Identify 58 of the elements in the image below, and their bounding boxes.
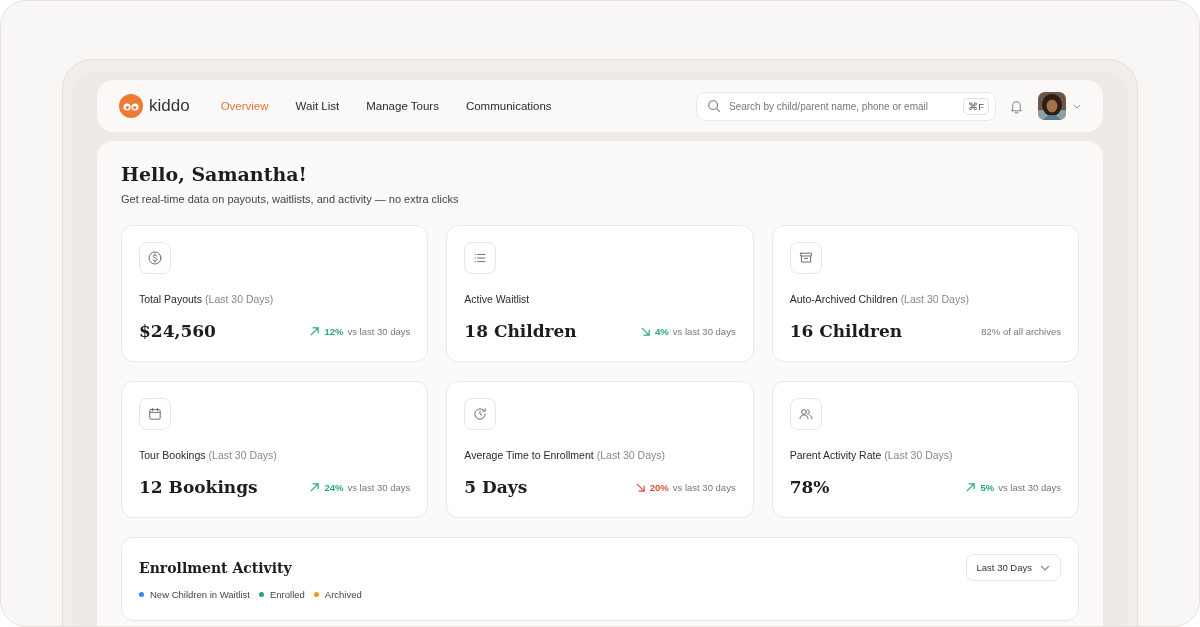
arrow-up-right-icon [309,325,321,337]
change-percent: 20% [649,481,669,493]
stat-value: 16 Children [789,321,903,341]
stat-value: 5 Days [464,477,528,497]
greeting-title: Hello, Samantha! [121,163,308,185]
arrow-down-right-icon [634,481,646,493]
nav-link[interactable]: Manage Tours [366,100,439,112]
stat-period: (Last 30 Days) [205,293,274,305]
legend-label: Enrolled [269,589,305,600]
change-note: vs last 30 days [672,481,736,493]
change-note: vs last 30 days [672,325,736,337]
nav-link[interactable]: Communications [465,100,552,112]
greeting-subtitle: Get real-time data on payouts, waitlists, and activity — no extra clicks [121,193,460,205]
notification-bell-icon[interactable] [1009,98,1024,114]
stat-period: (Last 30 Days) [900,293,969,305]
list-icon [464,242,497,274]
arrow-up-right-icon [965,481,977,493]
change-percent: 4% [655,325,669,337]
change-percent: 5% [980,481,995,493]
range-dropdown[interactable]: Last 30 Days [965,554,1061,581]
nav-link[interactable]: Wait List [295,100,340,112]
change-note: vs last 30 days [347,325,411,337]
stat-value: 12 Bookings [139,477,258,497]
arrow-down-right-icon [640,325,652,337]
section-title: Enrollment Activity [139,559,292,576]
stat-period: (Last 30 Days) [596,449,665,461]
chevron-down-icon [1040,564,1050,571]
dollar-icon [139,242,171,274]
clock-icon [464,398,497,430]
change-note: vs last 30 days [998,481,1061,493]
archive-box-icon [789,242,822,274]
change-percent: 24% [324,481,344,493]
owl-logo-icon [119,94,143,118]
shortcut-key: ⌘F [963,97,989,115]
search-field[interactable]: Search by child/parent name, phone or email [727,99,958,113]
legend-label: New Children in Waitlist [150,589,250,600]
stat-period: (Last 30 Days) [208,449,277,461]
search-icon [707,99,721,113]
stat-label: Average Time to Enrollment [464,449,594,461]
brand-name: kiddo [149,96,190,116]
stat-label: Active Waitlist [464,293,530,305]
stat-label: Auto-Archived Children [789,293,898,305]
stat-label: Parent Activity Rate [789,449,882,461]
change-percent: 12% [324,325,344,337]
chevron-down-icon[interactable] [1073,103,1081,109]
stat-period: (Last 30 Days) [884,449,953,461]
change-note: vs last 30 days [347,481,411,493]
users-icon [789,398,822,430]
stat-label: Tour Bookings [139,449,206,461]
search-bar[interactable]: Search by child/parent name, phone or email ⌘F [696,91,996,121]
legend-label: Archived [324,589,362,600]
calendar-icon [139,398,171,430]
stat-value: 78% [789,477,830,497]
stat-label: Total Payouts [139,293,203,305]
stat-value: 18 Children [464,321,577,341]
arrow-up-right-icon [309,481,321,493]
stat-value: $24,560 [139,321,216,341]
stat-note: 82% of all archives [981,325,1061,337]
